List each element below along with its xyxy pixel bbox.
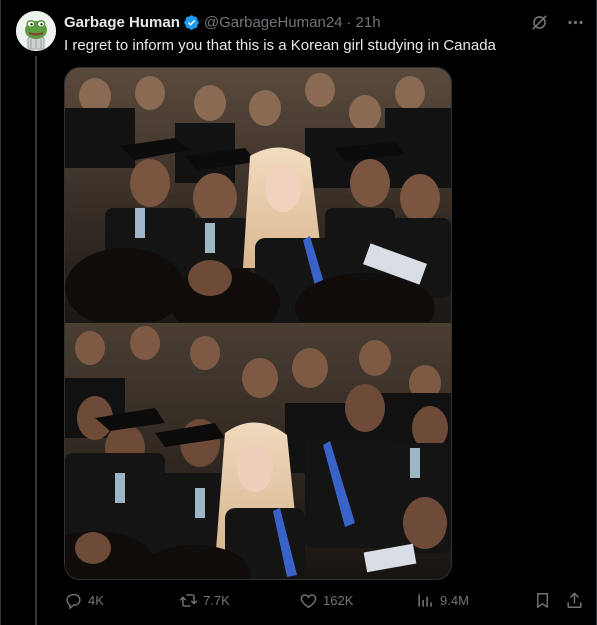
verified-badge-icon[interactable] bbox=[183, 14, 200, 31]
like-icon bbox=[300, 593, 317, 608]
tweet-header: Garbage Human @GarbageHuman24 · 21h bbox=[64, 12, 585, 32]
bookmark-button[interactable] bbox=[533, 588, 552, 612]
reply-button[interactable]: 4K bbox=[64, 588, 104, 612]
display-name[interactable]: Garbage Human bbox=[64, 14, 180, 31]
reply-icon bbox=[66, 593, 81, 609]
views-icon bbox=[418, 593, 432, 607]
reply-count: 4K bbox=[88, 592, 104, 608]
share-button[interactable] bbox=[565, 588, 584, 612]
pepe-frog-avatar-icon bbox=[16, 11, 56, 51]
media-photo-1[interactable] bbox=[65, 68, 451, 322]
avatar[interactable] bbox=[16, 11, 56, 51]
repost-icon bbox=[179, 593, 198, 607]
thread-line bbox=[35, 56, 37, 625]
graduation-crowd-photo-2 bbox=[65, 323, 451, 579]
more-icon[interactable] bbox=[565, 12, 585, 32]
bookmark-icon bbox=[537, 592, 548, 608]
tweet-actions: 4K 7.7K 162K 9.4M bbox=[64, 588, 585, 612]
timestamp[interactable]: 21h bbox=[356, 14, 381, 31]
separator-dot: · bbox=[346, 13, 352, 31]
repost-count: 7.7K bbox=[203, 592, 230, 608]
graduation-crowd-photo-1 bbox=[65, 68, 451, 322]
repost-button[interactable]: 7.7K bbox=[179, 588, 230, 612]
share-icon bbox=[567, 592, 582, 608]
views-button[interactable]: 9.4M bbox=[416, 588, 469, 612]
grok-icon[interactable] bbox=[529, 12, 549, 32]
views-count: 9.4M bbox=[440, 592, 469, 608]
header-actions bbox=[529, 12, 585, 32]
frame-border-left bbox=[0, 0, 1, 625]
like-button[interactable]: 162K bbox=[299, 588, 353, 612]
like-count: 162K bbox=[323, 592, 354, 608]
author-handle[interactable]: @GarbageHuman24 bbox=[204, 14, 343, 31]
media-photo-2[interactable] bbox=[65, 323, 451, 579]
tweet-media[interactable] bbox=[64, 67, 452, 580]
tweet-text: I regret to inform you that this is a Ko… bbox=[64, 37, 496, 54]
